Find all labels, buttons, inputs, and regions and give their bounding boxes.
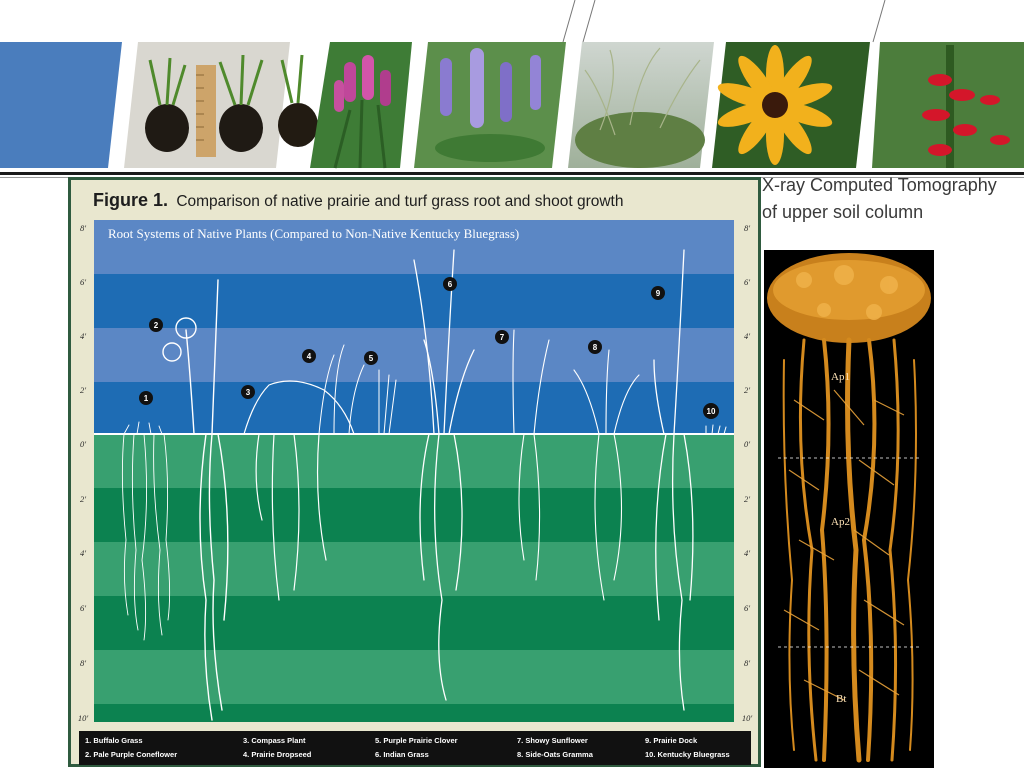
marker-9: 9 bbox=[651, 286, 665, 300]
horizon-label-ap1: Ap1 bbox=[831, 371, 850, 383]
root-comparison-figure: Figure 1. Comparison of native prairie a… bbox=[68, 177, 761, 767]
horizon-label-ap2: Ap2 bbox=[831, 516, 850, 528]
black-eyed-susan-photo bbox=[712, 42, 870, 168]
svg-text:8: 8 bbox=[593, 343, 598, 352]
figure-label: Figure 1. bbox=[93, 190, 169, 210]
scale-left-10-down: 10' bbox=[77, 713, 89, 723]
legend-item-5: 5. Purple Prairie Clover bbox=[375, 736, 458, 745]
legend-item-1: 1. Buffalo Grass bbox=[85, 736, 143, 745]
species-legend: 1. Buffalo Grass 2. Pale Purple Coneflow… bbox=[79, 731, 751, 765]
scale-right-6-up: 6' bbox=[743, 277, 751, 287]
root-diagram-panel: 1 2 3 4 5 6 7 8 9 10 Root Systems of Nat… bbox=[94, 220, 734, 722]
scale-left-0: 0' bbox=[79, 439, 87, 449]
scale-right-8-down: 8' bbox=[743, 658, 751, 668]
svg-text:2: 2 bbox=[154, 321, 159, 330]
svg-text:4: 4 bbox=[307, 352, 312, 361]
marker-2: 2 bbox=[149, 318, 163, 332]
marker-5: 5 bbox=[364, 351, 378, 365]
marker-6: 6 bbox=[443, 277, 457, 291]
scale-right-6-down: 6' bbox=[743, 603, 751, 613]
accent-block bbox=[0, 42, 122, 168]
scale-left-8-down: 8' bbox=[79, 658, 87, 668]
scale-right-4-up: 4' bbox=[743, 331, 751, 341]
marker-1: 1 bbox=[139, 391, 153, 405]
legend-item-8: 8. Side-Oats Gramma bbox=[517, 750, 593, 759]
root-cores-photo bbox=[124, 42, 318, 168]
scale-right-10-down: 10' bbox=[741, 713, 753, 723]
svg-text:1: 1 bbox=[144, 394, 149, 403]
legend-item-6: 6. Indian Grass bbox=[375, 750, 429, 759]
scale-right-0: 0' bbox=[743, 439, 751, 449]
horizon-label-bt: Bt bbox=[836, 693, 847, 705]
svg-text:5: 5 bbox=[369, 354, 374, 363]
root-diagram: 1 2 3 4 5 6 7 8 9 10 bbox=[94, 220, 734, 722]
figure-title: Figure 1. Comparison of native prairie a… bbox=[93, 190, 623, 211]
scale-left-2-up: 2' bbox=[79, 385, 87, 395]
scale-left-4-up: 4' bbox=[79, 331, 87, 341]
marker-4: 4 bbox=[302, 349, 316, 363]
lupine-photo bbox=[414, 42, 566, 168]
legend-item-4: 4. Prairie Dropseed bbox=[243, 750, 312, 759]
scale-right-2-down: 2' bbox=[743, 494, 751, 504]
marker-7: 7 bbox=[495, 330, 509, 344]
legend-item-10: 10. Kentucky Bluegrass bbox=[645, 750, 730, 759]
svg-text:6: 6 bbox=[448, 280, 453, 289]
legend-item-9: 9. Prairie Dock bbox=[645, 736, 698, 745]
xray-title: X-ray Computed Tomography of upper soil … bbox=[762, 175, 997, 222]
scale-left-8-up: 8' bbox=[79, 223, 87, 233]
scale-left-6-down: 6' bbox=[79, 603, 87, 613]
grass-photo bbox=[568, 42, 714, 168]
scale-right-8-up: 8' bbox=[743, 223, 751, 233]
root-ct-render bbox=[767, 253, 931, 763]
header-banner bbox=[0, 0, 1024, 169]
figure-title-text: Comparison of native prairie and turf gr… bbox=[176, 193, 624, 210]
cardinal-flower-photo bbox=[872, 42, 1024, 168]
scale-left-4-down: 4' bbox=[79, 548, 87, 558]
marker-10: 10 bbox=[703, 403, 719, 419]
blazing-star-photo bbox=[310, 42, 412, 169]
xray-ct-image: Ap1 Ap2 Bt bbox=[764, 250, 934, 768]
svg-text:7: 7 bbox=[500, 333, 505, 342]
marker-8: 8 bbox=[588, 340, 602, 354]
legend-item-3: 3. Compass Plant bbox=[243, 736, 306, 745]
svg-text:9: 9 bbox=[656, 289, 661, 298]
scale-left-2-down: 2' bbox=[79, 494, 87, 504]
scale-right-4-down: 4' bbox=[743, 548, 751, 558]
sky-label: Root Systems of Native Plants (Compared … bbox=[108, 226, 520, 241]
scale-right-2-up: 2' bbox=[743, 385, 751, 395]
marker-3: 3 bbox=[241, 385, 255, 399]
svg-text:3: 3 bbox=[246, 388, 251, 397]
svg-text:10: 10 bbox=[707, 407, 716, 416]
legend-item-7: 7. Showy Sunflower bbox=[517, 736, 588, 745]
legend-item-2: 2. Pale Purple Coneflower bbox=[85, 750, 178, 759]
scale-left-6-up: 6' bbox=[79, 277, 87, 287]
